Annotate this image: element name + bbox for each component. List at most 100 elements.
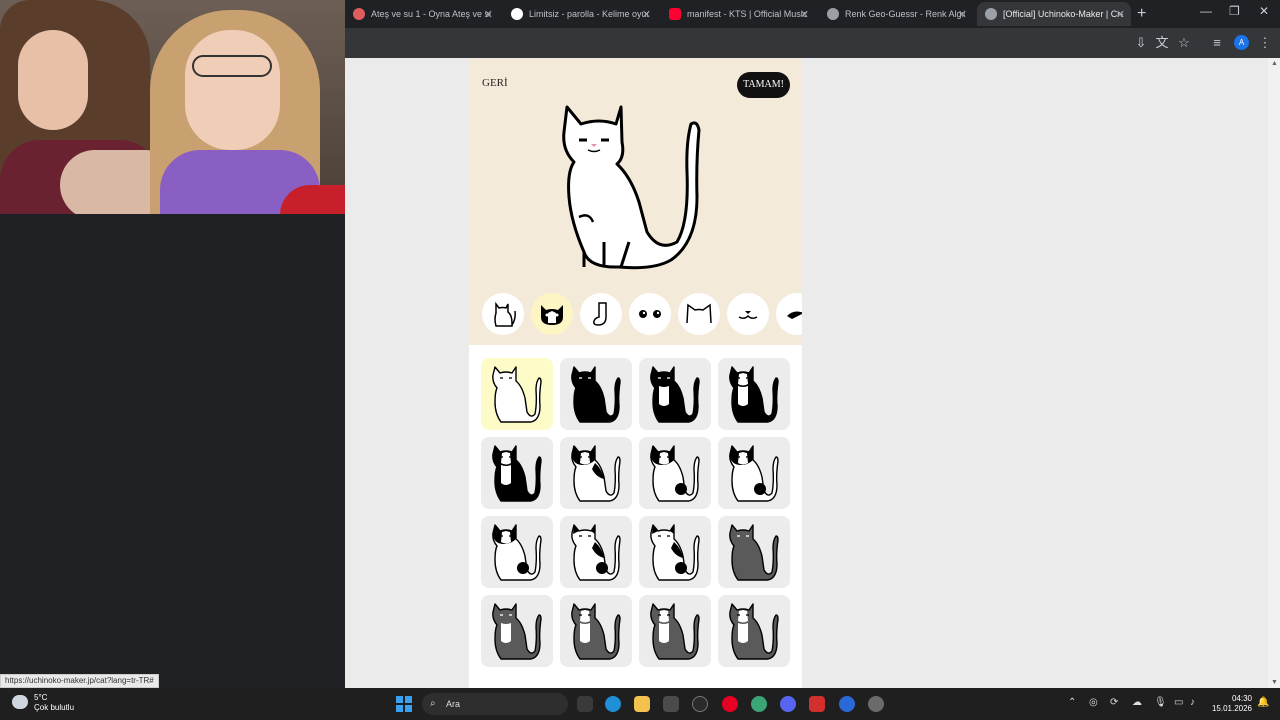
menu-dots-icon[interactable]: ⋮	[1256, 34, 1274, 52]
microphone-icon[interactable]: 🎙	[1154, 697, 1167, 708]
pattern-option-bicolor-3[interactable]	[639, 516, 711, 588]
sync-icon[interactable]: ⟳	[1110, 697, 1118, 708]
pattern-option-gray-bicolor[interactable]	[639, 595, 711, 667]
close-window-icon[interactable]: ✕	[1259, 4, 1269, 18]
profile-avatar[interactable]: A	[1234, 35, 1249, 50]
cat-pattern-icon	[571, 445, 621, 502]
cat-pattern-icon	[650, 603, 700, 660]
install-app-icon[interactable]: ⇩	[1132, 34, 1150, 52]
cat-pattern-icon	[650, 445, 700, 502]
search-icon: ⌕	[430, 698, 436, 709]
cat-pattern-icon	[492, 366, 542, 423]
tab-ates-ve-su[interactable]: Ateş ve su 1 - Oyna Ateş ve su ✕	[345, 2, 499, 26]
volume-icon[interactable]: ♪	[1190, 697, 1195, 708]
page-viewport: GERİ TAMAM!	[345, 58, 1268, 688]
scroll-up-icon[interactable]: ▲	[1271, 60, 1278, 67]
cat-pattern-icon	[571, 366, 621, 423]
bookmark-star-icon[interactable]: ☆	[1175, 34, 1193, 52]
notifications-icon[interactable]: 🔔	[1257, 697, 1269, 708]
start-button[interactable]	[396, 696, 412, 712]
clock[interactable]: 04:30 15.01.2026	[1210, 694, 1252, 714]
pattern-option-white-black-spots[interactable]	[639, 437, 711, 509]
globe-app-icon[interactable]	[751, 696, 767, 712]
reading-list-icon[interactable]: ≡	[1208, 34, 1226, 52]
pattern-option-white-black-spots-2[interactable]	[718, 437, 790, 509]
windows-taskbar: 5°C Çok bulutlu ⌕ Ara ⌃ ◎ ⟳ ☁ 🎙 ▭ ♪ 04:3…	[0, 688, 1280, 720]
youtube-icon	[669, 8, 681, 20]
app-red-icon[interactable]	[809, 696, 825, 712]
clock-time: 04:30	[1231, 694, 1252, 703]
translate-icon[interactable]: 文	[1153, 34, 1171, 52]
minimize-icon[interactable]: —	[1200, 4, 1212, 18]
new-tab-button[interactable]: +	[1137, 5, 1146, 23]
pattern-option-gray-white-face[interactable]	[560, 595, 632, 667]
category-socks[interactable]	[580, 293, 622, 335]
pattern-option-bicolor-1[interactable]	[481, 516, 553, 588]
network-icon[interactable]: ▭	[1174, 697, 1183, 708]
pattern-option-gray-white-chest[interactable]	[481, 595, 553, 667]
cat-pattern-icon	[492, 445, 542, 502]
file-explorer-icon[interactable]	[634, 696, 650, 712]
tab-parolla[interactable]: Limitsiz - parolla - Kelime oyun ✕	[503, 2, 657, 26]
search-placeholder: Ara	[446, 699, 461, 709]
page-scrollbar[interactable]: ▲ ▼	[1268, 58, 1280, 688]
cloud-icon	[12, 695, 28, 709]
pattern-option-black[interactable]	[560, 358, 632, 430]
pattern-option-tuxedo-white-face[interactable]	[481, 437, 553, 509]
category-mouth[interactable]	[727, 293, 769, 335]
tab-manifest[interactable]: manifest - KTS | Official Music V ✕	[661, 2, 815, 26]
pattern-option-gray[interactable]	[718, 516, 790, 588]
close-icon[interactable]: ✕	[958, 8, 967, 21]
close-icon[interactable]: ✕	[642, 8, 651, 21]
scroll-down-icon[interactable]: ▼	[1271, 679, 1278, 686]
maximize-icon[interactable]: ❐	[1229, 4, 1240, 18]
onedrive-icon[interactable]: ☁	[1132, 697, 1142, 708]
cat-pattern-icon	[729, 524, 779, 581]
category-accessory[interactable]	[776, 293, 802, 335]
close-icon[interactable]: ✕	[800, 8, 809, 21]
tab-renk-geoguessr[interactable]: Renk Geo-Guessr - Renk Algıla ✕	[819, 2, 973, 26]
uchinoko-maker-app: GERİ TAMAM!	[469, 58, 802, 688]
pattern-option-black-back-patch[interactable]	[560, 437, 632, 509]
discord-icon[interactable]	[780, 696, 796, 712]
sock-icon	[593, 302, 607, 326]
cat-pattern-icon	[492, 603, 542, 660]
chrome-icon[interactable]	[839, 696, 855, 712]
close-icon[interactable]: ✕	[1116, 8, 1125, 21]
pattern-option-bicolor-2[interactable]	[560, 516, 632, 588]
tab-favicon-icon	[511, 8, 523, 20]
task-view-icon[interactable]	[577, 696, 593, 712]
pattern-option-white[interactable]	[481, 358, 553, 430]
cat-pattern-icon	[571, 524, 621, 581]
cat-pattern-icon	[729, 445, 779, 502]
cat-pattern-icon	[650, 366, 700, 423]
taskbar-search[interactable]: ⌕ Ara	[422, 693, 568, 715]
edge-icon[interactable]	[605, 696, 621, 712]
tab-uchinoko-maker[interactable]: [Official] Uchinoko-Maker | Cre ✕	[977, 2, 1131, 26]
pattern-option-black-white-chest[interactable]	[639, 358, 711, 430]
tray-app-icon[interactable]: ◎	[1089, 697, 1098, 708]
back-button[interactable]: GERİ	[482, 77, 508, 89]
category-bar	[469, 288, 802, 344]
cat-pattern-icon	[492, 524, 542, 581]
pattern-option-tuxedo[interactable]	[718, 358, 790, 430]
chevron-up-icon[interactable]: ⌃	[1068, 697, 1076, 708]
category-eyes[interactable]	[629, 293, 671, 335]
ok-button[interactable]: TAMAM!	[737, 72, 790, 98]
pattern-option-gray-white-spots[interactable]	[718, 595, 790, 667]
store-icon[interactable]	[663, 696, 679, 712]
cat-body-icon	[494, 301, 516, 327]
eyes-icon	[639, 310, 661, 318]
clock-date: 15.01.2026	[1211, 704, 1252, 713]
category-ears[interactable]	[678, 293, 720, 335]
pinterest-icon[interactable]	[722, 696, 738, 712]
settings-icon[interactable]	[868, 696, 884, 712]
accessory-icon	[787, 311, 802, 319]
github-icon[interactable]	[692, 696, 708, 712]
category-coat-pattern[interactable]	[531, 293, 573, 335]
close-icon[interactable]: ✕	[484, 8, 493, 21]
category-body-shape[interactable]	[482, 293, 524, 335]
mouth-icon	[738, 311, 758, 320]
tab-favicon-icon	[985, 8, 997, 20]
weather-condition: Çok bulutlu	[34, 703, 75, 712]
